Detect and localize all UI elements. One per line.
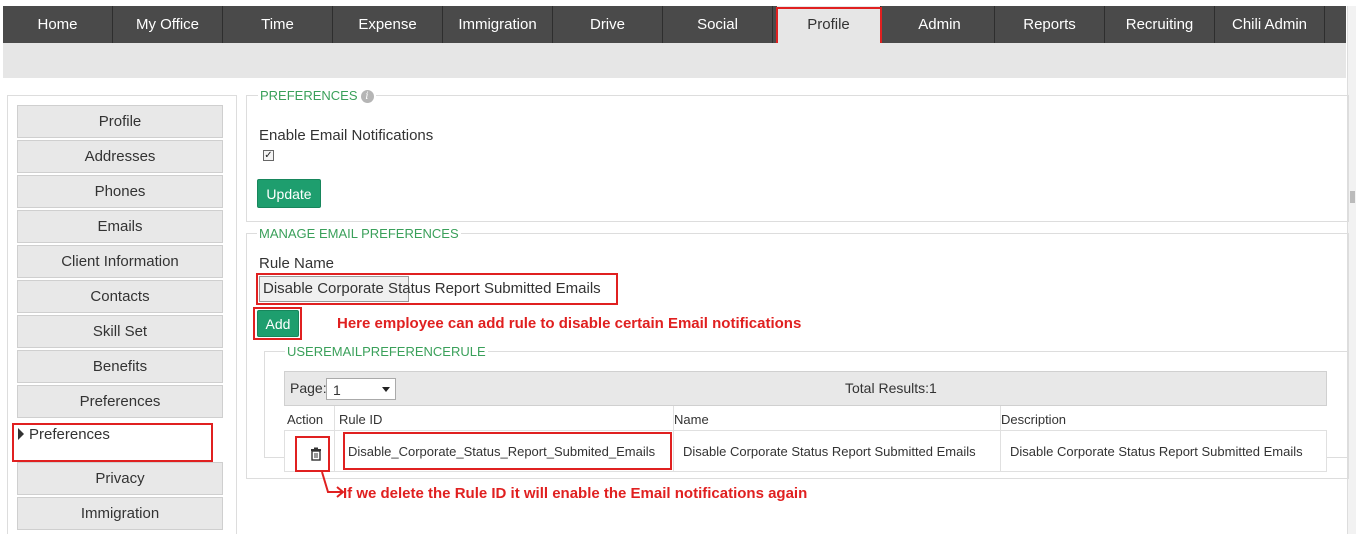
delete-icon-highlight xyxy=(295,436,330,472)
description-cell: Disable Corporate Status Report Submitte… xyxy=(1010,444,1303,459)
column-divider xyxy=(334,406,335,472)
add-button-highlight xyxy=(253,307,302,340)
name-cell: Disable Corporate Status Report Submitte… xyxy=(683,444,976,459)
page-select-value: 1 xyxy=(333,382,341,398)
rule-name-highlight xyxy=(256,273,618,305)
total-results: Total Results:1 xyxy=(845,380,937,396)
delete-rule-annotation: If we delete the Rule ID it will enable … xyxy=(343,485,808,502)
grid-pager-header xyxy=(284,371,1327,406)
preferences-fieldset xyxy=(246,95,1349,222)
top-navigation: Home My Office Time Expense Immigration … xyxy=(3,6,1346,43)
profile-tab-highlight xyxy=(776,7,882,45)
sidebar-item-client-information[interactable]: Client Information xyxy=(17,245,223,278)
column-header-action[interactable]: Action xyxy=(287,412,323,427)
tab-drive[interactable]: Drive xyxy=(553,6,663,43)
sidebar-item-contacts[interactable]: Contacts xyxy=(17,280,223,313)
sidebar-item-immigration[interactable]: Immigration xyxy=(17,497,223,530)
sidebar-item-emails[interactable]: Emails xyxy=(17,210,223,243)
update-button[interactable]: Update xyxy=(257,179,321,208)
tab-home[interactable]: Home xyxy=(3,6,113,43)
page-select[interactable]: 1 xyxy=(326,378,396,400)
sidebar-item-privacy[interactable]: Privacy xyxy=(17,462,223,495)
column-divider xyxy=(1000,406,1001,472)
add-rule-annotation: Here employee can add rule to disable ce… xyxy=(337,315,802,332)
preferences-legend-text: PREFERENCES xyxy=(260,88,358,103)
manage-email-preferences-legend: MANAGE EMAIL PREFERENCES xyxy=(257,226,461,241)
tab-my-office[interactable]: My Office xyxy=(113,6,223,43)
column-header-rule-id[interactable]: Rule ID xyxy=(339,412,382,427)
sub-toolbar xyxy=(3,43,1346,78)
sidebar-item-addresses[interactable]: Addresses xyxy=(17,140,223,173)
sidebar-item-skill-set[interactable]: Skill Set xyxy=(17,315,223,348)
tab-reports[interactable]: Reports xyxy=(995,6,1105,43)
column-divider xyxy=(673,406,674,472)
preferences-highlight xyxy=(12,423,213,462)
page-label: Page: xyxy=(290,380,327,396)
column-header-description[interactable]: Description xyxy=(1001,412,1066,427)
sidebar-item-preferences[interactable]: Preferences xyxy=(17,385,223,418)
tab-expense[interactable]: Expense xyxy=(333,6,443,43)
tab-time[interactable]: Time xyxy=(223,6,333,43)
scrollbar-thumb[interactable] xyxy=(1350,191,1355,203)
user-email-preference-rule-legend: USEREMAILPREFERENCERULE xyxy=(285,344,488,359)
preferences-legend: PREFERENCES i xyxy=(258,88,376,103)
column-header-name[interactable]: Name xyxy=(674,412,709,427)
sidebar-item-profile[interactable]: Profile xyxy=(17,105,223,138)
sidebar-item-phones[interactable]: Phones xyxy=(17,175,223,208)
rule-name-label: Rule Name xyxy=(259,255,335,272)
tab-recruiting[interactable]: Recruiting xyxy=(1105,6,1215,43)
tab-social[interactable]: Social xyxy=(663,6,773,43)
info-icon[interactable]: i xyxy=(360,90,374,103)
rule-id-highlight xyxy=(343,432,672,470)
chevron-down-icon xyxy=(382,387,390,392)
tab-immigration[interactable]: Immigration xyxy=(443,6,553,43)
enable-email-notifications-checkbox[interactable]: ✓ xyxy=(263,150,274,161)
tab-chili-admin[interactable]: Chili Admin xyxy=(1215,6,1325,43)
tab-admin[interactable]: Admin xyxy=(885,6,995,43)
sidebar-item-benefits[interactable]: Benefits xyxy=(17,350,223,383)
enable-email-notifications-label: Enable Email Notifications xyxy=(259,127,434,144)
